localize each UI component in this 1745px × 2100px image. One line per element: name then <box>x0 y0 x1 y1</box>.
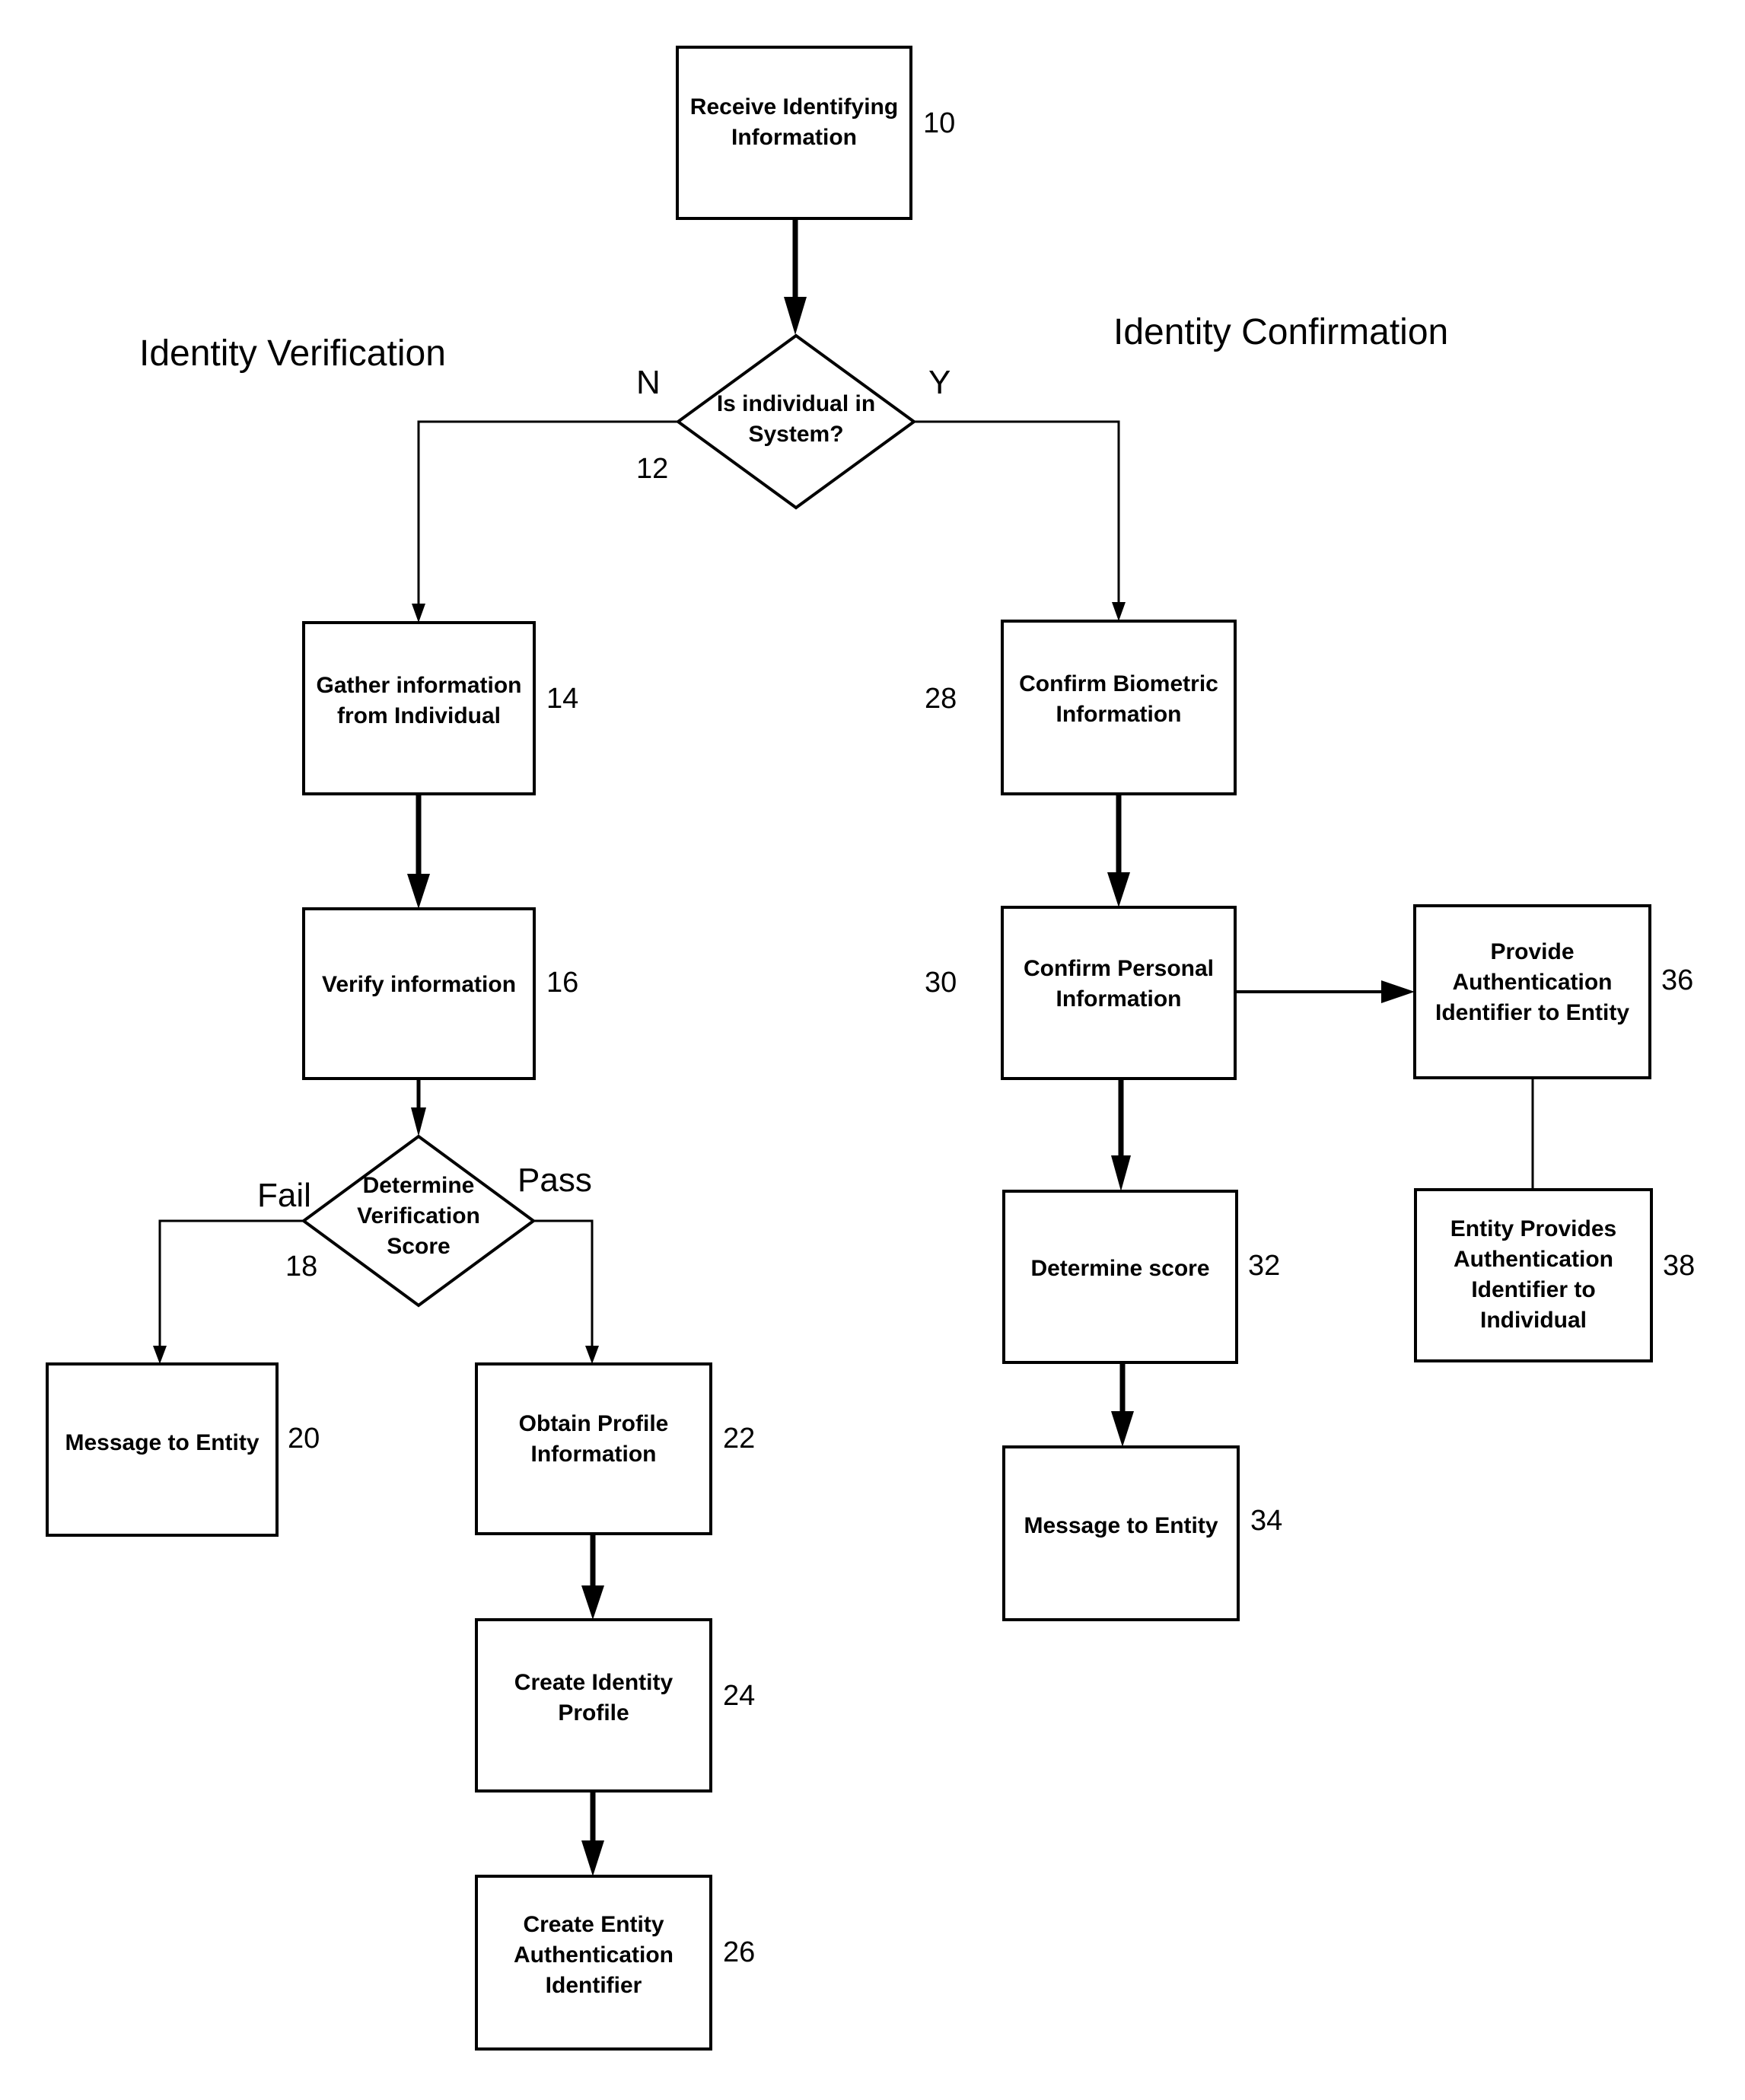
node-label-line: from Individual <box>337 703 501 728</box>
node-label-line: Authentication <box>1454 1247 1613 1272</box>
node-14: Gather information from Individual 14 <box>302 621 578 795</box>
arrowhead-28-30 <box>1107 872 1130 907</box>
reference-number: 32 <box>1248 1250 1280 1282</box>
node-label-line: Identifier to Entity <box>1435 1000 1629 1025</box>
arrowhead-10-12 <box>784 297 807 335</box>
reference-number: 12 <box>636 453 668 485</box>
branch-label-no: N <box>636 364 661 401</box>
arrowhead-18-20 <box>153 1346 167 1364</box>
node-20: Message to Entity 20 <box>46 1362 320 1537</box>
node-22: Obtain Profile Information 22 <box>475 1362 755 1535</box>
node-18: Determine Verification Score 18 <box>285 1134 537 1308</box>
connector-12-14 <box>417 420 678 605</box>
node-label-line: Gather information <box>316 673 521 698</box>
connector-12-28 <box>914 420 1120 604</box>
node-12: Is individual in System? 12 <box>636 333 917 510</box>
node-34: Message to Entity 34 <box>1002 1445 1282 1621</box>
node-16: Verify information 16 <box>302 907 578 1080</box>
node-32: Determine score 32 <box>1002 1190 1280 1364</box>
node-label-line: Receive Identifying <box>690 94 898 119</box>
reference-number: 18 <box>285 1251 317 1283</box>
arrowhead-18-22 <box>585 1346 599 1364</box>
branch-label-yes: Y <box>928 364 951 401</box>
node-label-line: Entity Provides <box>1450 1216 1616 1241</box>
reference-number: 26 <box>723 1936 755 1968</box>
node-24: Create Identity Profile 24 <box>475 1618 755 1792</box>
reference-number: 28 <box>925 683 957 715</box>
node-label-line: Confirm Personal <box>1024 956 1214 981</box>
reference-number: 10 <box>923 107 955 139</box>
reference-number: 14 <box>546 683 578 715</box>
arrowhead-12-28 <box>1112 602 1126 621</box>
reference-number: 38 <box>1663 1250 1695 1282</box>
node-label-line: System? <box>748 422 843 447</box>
section-title-identity-confirmation: Identity Confirmation <box>1113 312 1448 352</box>
node-38: Entity Provides Authentication Identifier … <box>1414 1188 1695 1362</box>
arrowhead-30-32 <box>1111 1155 1131 1191</box>
connector-18-20 <box>158 1219 304 1347</box>
node-label-line: Obtain Profile <box>519 1411 669 1436</box>
node-label-line: Create Entity <box>523 1912 664 1937</box>
node-label-line: Authentication <box>514 1942 673 1968</box>
node-label-line: Provide <box>1490 939 1574 964</box>
node-label-line: Information <box>531 1442 657 1467</box>
node-label-line: Information <box>1056 986 1182 1012</box>
connector-18-22 <box>533 1219 594 1347</box>
arrowhead-12-14 <box>412 604 425 623</box>
arrowhead-32-34 <box>1111 1411 1134 1447</box>
arrowhead-16-18 <box>411 1107 426 1136</box>
node-label-line: Is individual in <box>717 391 875 416</box>
node-10: Receive Identifying Information 10 <box>676 46 955 220</box>
reference-number: 20 <box>288 1423 320 1455</box>
flowchart: Identity Verification Identity Confirmat… <box>46 46 1695 2051</box>
node-30: Confirm Personal Information 30 <box>925 906 1237 1080</box>
node-label-line: Create Identity <box>514 1670 673 1695</box>
reference-number: 34 <box>1250 1505 1282 1537</box>
node-label-line: Information <box>731 125 857 150</box>
arrowhead-14-16 <box>407 874 430 909</box>
node-label-line: Verify information <box>322 972 516 997</box>
node-label-line: Identifier <box>546 1973 642 1998</box>
reference-number: 30 <box>925 967 957 999</box>
node-label-line: Message to Entity <box>1024 1513 1218 1538</box>
reference-number: 36 <box>1661 964 1693 996</box>
node-label-line: Verification <box>357 1203 480 1228</box>
node-label-line: Information <box>1056 702 1182 727</box>
node-label-line: Determine score <box>1030 1256 1209 1281</box>
reference-number: 24 <box>723 1680 755 1712</box>
node-label-line: Authentication <box>1453 970 1613 995</box>
node-label-line: Profile <box>558 1700 629 1726</box>
process-box <box>1414 1188 1653 1362</box>
reference-number: 16 <box>546 967 578 999</box>
arrowhead-30-36 <box>1381 980 1415 1003</box>
node-label-line: Identifier to <box>1471 1277 1595 1302</box>
node-26: Create Entity Authentication Identifier 26 <box>475 1875 755 2051</box>
arrowhead-24-26 <box>581 1840 604 1876</box>
branch-label-fail: Fail <box>257 1177 311 1214</box>
node-28: Confirm Biometric Information 28 <box>925 620 1237 795</box>
node-label-line: Score <box>387 1234 450 1259</box>
arrowhead-22-24 <box>581 1585 604 1620</box>
node-label-line: Confirm Biometric <box>1019 671 1218 696</box>
reference-number: 22 <box>723 1423 755 1455</box>
node-label-line: Message to Entity <box>65 1430 259 1455</box>
branch-label-pass: Pass <box>517 1162 592 1199</box>
section-title-identity-verification: Identity Verification <box>139 333 446 374</box>
node-label-line: Individual <box>1480 1308 1587 1333</box>
node-36: Provide Authentication Identifier to Entit… <box>1413 904 1693 1079</box>
node-label-line: Determine <box>363 1173 475 1198</box>
